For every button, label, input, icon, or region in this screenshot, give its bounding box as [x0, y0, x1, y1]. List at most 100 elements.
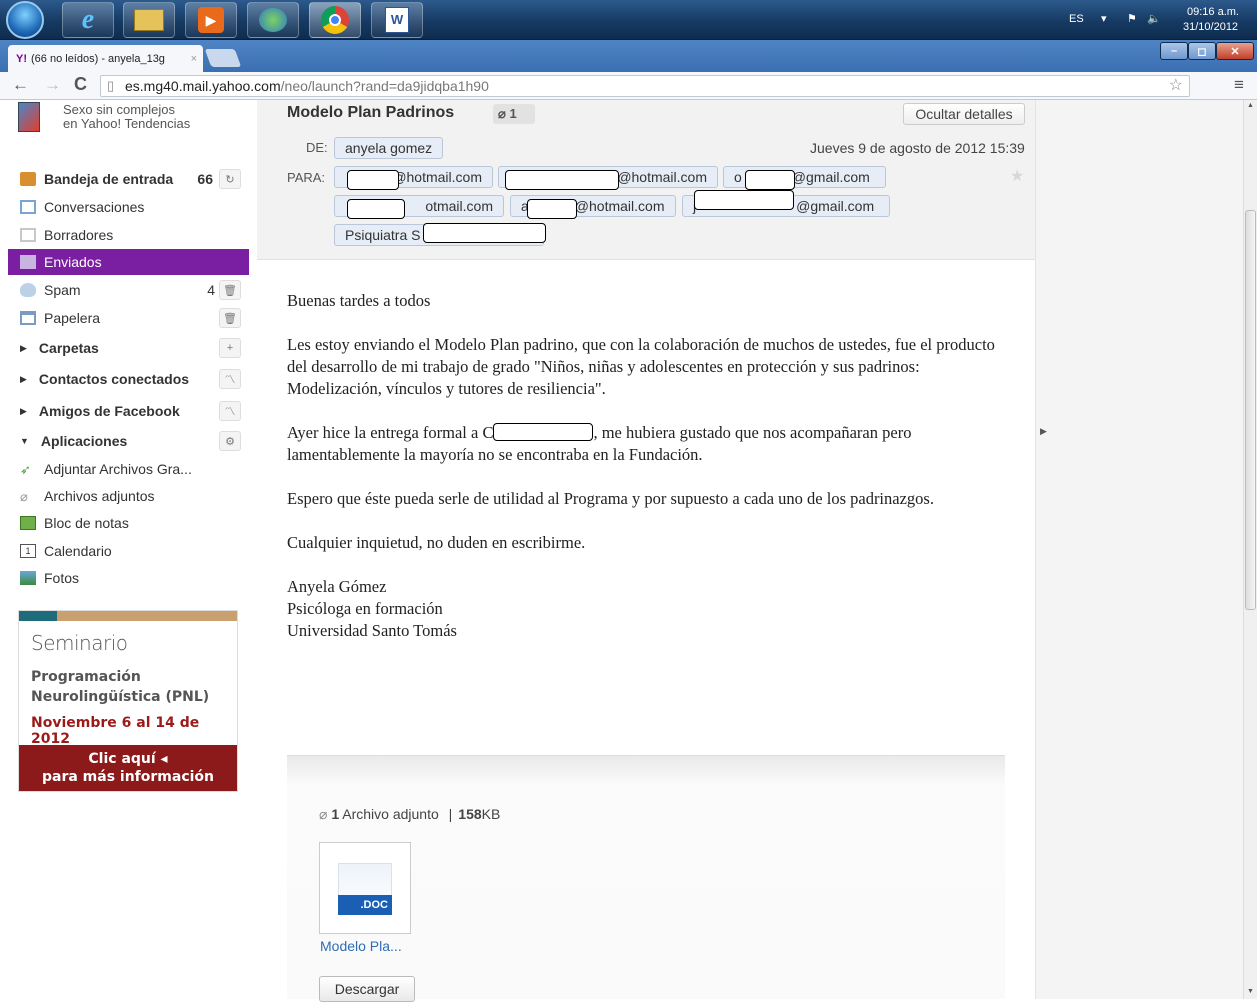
ad-line-2: Neurolingüística (PNL) [31, 689, 210, 705]
file-explorer-icon[interactable] [123, 2, 175, 38]
sidebar-item-drafts[interactable]: Borradores [8, 222, 249, 248]
messenger-icon[interactable] [247, 2, 299, 38]
chrome-menu-icon[interactable]: ≡ [1234, 75, 1244, 95]
message-pane: Modelo Plan Padrinos ⌀ 1 Ocultar detalle… [257, 100, 1035, 1002]
scroll-down-icon[interactable]: ▼ [1247, 988, 1254, 995]
tray-expand-icon[interactable]: ▾ [1101, 12, 1107, 25]
sidebar-item-label: Enviados [44, 254, 102, 270]
expand-arrow-icon: ▶ [20, 405, 27, 416]
redaction-box [347, 170, 399, 190]
windows-start-button[interactable] [6, 1, 44, 39]
signature-org: Universidad Santo Tomás [287, 621, 457, 640]
ad-accent-bar [19, 611, 57, 621]
attachment-thumbnail[interactable]: .DOC [319, 842, 411, 934]
body-paragraph: Les estoy enviando el Modelo Plan padrin… [287, 335, 995, 398]
sidebar-item-label: Borradores [44, 227, 114, 243]
download-button[interactable]: Descargar [319, 976, 415, 1002]
sidebar-item-label: Calendario [44, 543, 112, 559]
sidebar-app-attachments[interactable]: ⌀ Archivos adjuntos [8, 483, 249, 509]
attachments-size: 158 [458, 806, 482, 822]
sidebar-item-trash[interactable]: Papelera 🗑 [8, 305, 249, 331]
promo-link[interactable]: Sexo sin complejos en Yahoo! Tendencias [63, 103, 190, 131]
seminar-ad-banner[interactable]: Seminario Programación Neurolingüística … [18, 610, 238, 792]
calendar-icon: 1 [20, 544, 36, 558]
sidebar-app-attach-large[interactable]: ➶ Adjuntar Archivos Gra... [8, 456, 249, 482]
star-icon[interactable]: ★ [1010, 166, 1024, 186]
sidebar-item-label: Aplicaciones [40, 433, 128, 449]
paperclip-icon: ⌀ [319, 806, 328, 822]
attachment-filename[interactable]: Modelo Pla... [320, 938, 402, 954]
signature-name: Anyela Gómez [287, 577, 387, 596]
redaction-box [745, 170, 795, 190]
sidebar-section-facebook-friends[interactable]: ▶ Amigos de Facebook 〽 [8, 398, 249, 424]
status-icon[interactable]: 〽 [219, 369, 241, 389]
sidebar-section-applications[interactable]: ▼ Aplicaciones ⚙ [8, 428, 249, 454]
ad-cta-button[interactable]: Clic aquí ◂ para más información [19, 745, 237, 791]
address-bar[interactable]: ▯ es.mg40.mail.yahoo.com/neo/launch?rand… [100, 75, 1190, 97]
action-center-flag-icon[interactable]: ⚑ [1127, 12, 1137, 25]
refresh-icon[interactable]: ↻ [219, 169, 241, 189]
scroll-up-icon[interactable]: ▲ [1247, 102, 1254, 109]
ad-subtitle: Programación Neurolingüística (PNL) [31, 667, 209, 707]
browser-toolbar: ← → C ▯ es.mg40.mail.yahoo.com/neo/launc… [0, 72, 1257, 100]
sidebar-item-sent[interactable]: Enviados [8, 249, 249, 275]
internet-explorer-icon[interactable]: e [62, 2, 114, 38]
sidebar-app-calendar[interactable]: 1 Calendario [8, 538, 249, 564]
new-tab-button[interactable] [204, 49, 242, 67]
close-window-icon[interactable]: ✕ [1216, 42, 1254, 60]
sidebar-item-label: Conversaciones [44, 199, 145, 215]
sidebar-section-online-contacts[interactable]: ▶ Contactos conectados 〽 [8, 366, 249, 392]
minimize-icon[interactable]: – [1160, 42, 1188, 60]
sidebar-item-label: Archivos adjuntos [44, 488, 155, 504]
scrollbar-thumb[interactable] [1245, 210, 1256, 610]
sender-chip[interactable]: anyela gomez [334, 137, 444, 159]
gear-icon[interactable]: ⚙ [219, 431, 241, 451]
to-label: PARA: [287, 170, 326, 185]
sidebar-item-spam[interactable]: Spam 4 🗑 [8, 277, 249, 303]
sidebar-item-inbox[interactable]: Bandeja de entrada 66 ↻ [8, 166, 249, 192]
word-icon[interactable]: W [371, 2, 423, 38]
add-folder-icon[interactable]: + [219, 338, 241, 358]
yahoo-favicon-icon: Y! [16, 52, 27, 65]
media-player-icon[interactable]: ▶ [185, 2, 237, 38]
chrome-icon[interactable] [309, 2, 361, 38]
clock-date[interactable]: 31/10/2012 [1183, 21, 1238, 33]
body-paragraph: Ayer hice la entrega formal a C, me hubi… [287, 422, 1007, 466]
clock-time[interactable]: 09:16 a.m. [1187, 6, 1239, 18]
sidebar-section-folders[interactable]: ▶ Carpetas + [8, 335, 249, 361]
sidebar-app-notepad[interactable]: Bloc de notas [8, 510, 249, 536]
browser-tab[interactable]: Y! (66 no leídos) - anyela_13g × [8, 45, 203, 72]
expand-panel-icon[interactable]: ▶ [1040, 426, 1047, 437]
sidebar-item-label: Spam [44, 282, 81, 298]
url-host: es.mg40.mail.yahoo.com [125, 78, 281, 94]
attachments-size-unit: KB [481, 806, 501, 822]
bookmark-star-icon[interactable]: ☆ [1169, 76, 1183, 96]
tab-close-icon[interactable]: × [191, 53, 197, 65]
ad-title: Seminario [31, 631, 128, 655]
sidebar-item-label: Amigos de Facebook [38, 403, 180, 419]
empty-trash-icon[interactable]: 🗑 [219, 308, 241, 328]
sidebar-app-photos[interactable]: Fotos [8, 565, 249, 591]
attachment-indicator[interactable]: ⌀ 1 [493, 104, 535, 124]
maximize-icon[interactable]: ◻ [1188, 42, 1216, 60]
sidebar-item-label: Bandeja de entrada [44, 171, 174, 187]
back-arrow-icon[interactable]: ← [12, 75, 29, 95]
hide-details-button[interactable]: Ocultar detalles [903, 103, 1025, 125]
status-icon[interactable]: 〽 [219, 401, 241, 421]
language-indicator[interactable]: ES [1069, 13, 1084, 25]
attachments-label: Archivo adjunto [342, 806, 439, 822]
attachments-summary: ⌀ 1 Archivo adjunto | 158KB [319, 806, 500, 823]
shield-icon [20, 283, 36, 297]
vertical-scrollbar[interactable]: ▲ ▼ [1243, 100, 1257, 999]
reload-icon[interactable]: C [74, 74, 87, 95]
sent-icon [20, 255, 36, 269]
volume-icon[interactable]: 🔈 [1147, 12, 1161, 25]
right-panel: ▶ [1035, 100, 1243, 999]
conversations-icon [20, 200, 36, 214]
empty-spam-trash-icon[interactable]: 🗑 [219, 280, 241, 300]
sidebar-item-label: Contactos conectados [38, 371, 190, 387]
paperclip-icon: ⌀ [498, 106, 506, 121]
sidebar-item-conversations[interactable]: Conversaciones [8, 194, 249, 220]
forward-arrow-icon[interactable]: → [44, 75, 61, 95]
body-greeting: Buenas tardes a todos [287, 291, 431, 310]
